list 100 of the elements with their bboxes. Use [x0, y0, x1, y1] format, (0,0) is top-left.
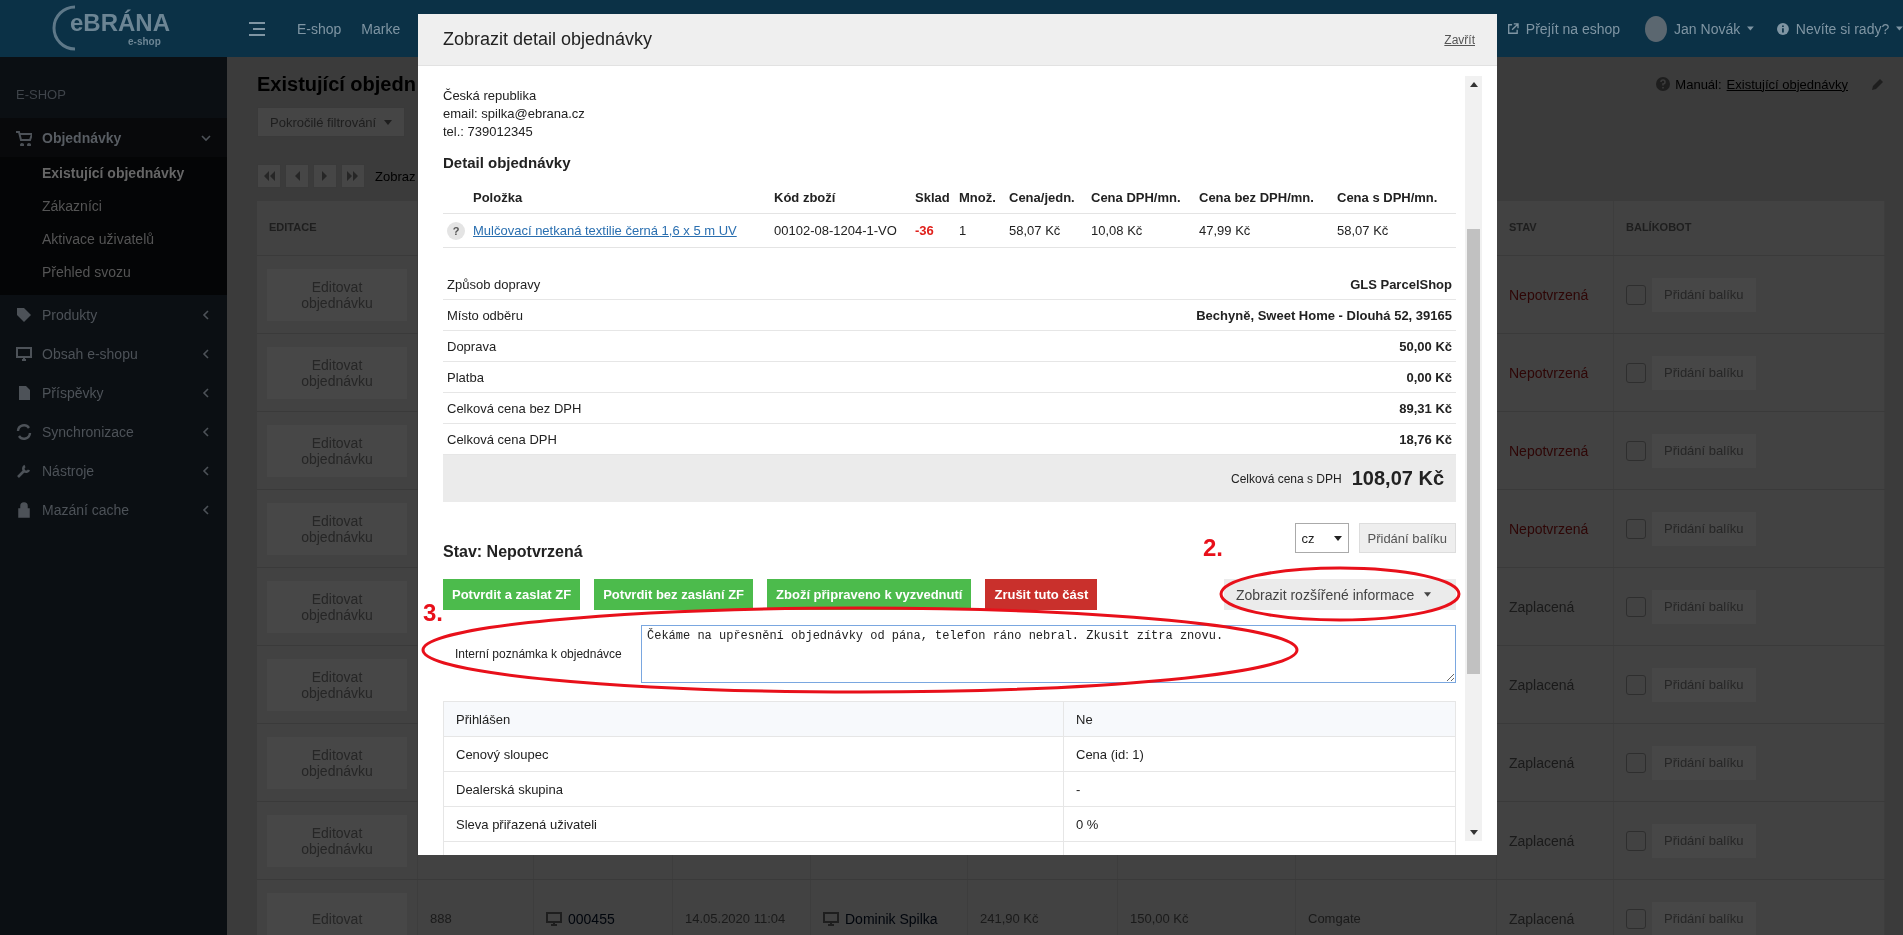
sync-icon	[16, 423, 32, 440]
chevron-icon	[201, 309, 211, 320]
summary-value: 89,31 Kč	[1399, 400, 1452, 416]
scrollbar-thumb[interactable]	[1467, 229, 1480, 674]
summary-value: GLS ParcelShop	[1350, 276, 1452, 292]
manual-link[interactable]: Existující objednávky	[1726, 76, 1848, 92]
last-page-button[interactable]	[341, 164, 365, 188]
sidebar-item[interactable]: Synchronizace	[0, 412, 227, 451]
page-title: Existující objedn	[257, 72, 416, 96]
sidebar-subitem[interactable]: Zákazníci	[0, 190, 227, 223]
lock-icon	[16, 501, 32, 518]
sidebar-item[interactable]: Příspěvky	[0, 373, 227, 412]
summary-value: 50,00 Kč	[1399, 338, 1452, 354]
table-cell-text: Cena (id: 1)	[1075, 745, 1145, 764]
language-select[interactable]: cz	[1294, 523, 1349, 553]
table-cell-text: Ne	[1075, 710, 1094, 729]
go-to-eshop-link[interactable]: Přejít na eshop	[1523, 20, 1623, 37]
order-status: Nepotvrzená	[1509, 364, 1589, 381]
chevron-icon	[201, 387, 211, 398]
sidebar-item[interactable]: Produkty	[0, 295, 227, 334]
chevron-icon	[201, 132, 211, 143]
table-cell: Sleva přiřazená uživateli	[444, 807, 1064, 841]
cart-icon	[16, 129, 32, 146]
summary-value: 0,00 Kč	[1406, 369, 1452, 385]
left-icon	[294, 171, 300, 181]
chevron-icon	[201, 348, 211, 359]
table-cell-text: 00102-08-1204-1-VO	[774, 223, 898, 238]
order-number-link[interactable]: 000455	[568, 910, 615, 927]
pencil-icon[interactable]	[1871, 77, 1885, 91]
table-cell-text: 10,08 Kč	[1091, 223, 1144, 238]
menu-icon[interactable]	[249, 21, 265, 36]
sidebar-item[interactable]: Objednávky	[0, 118, 227, 157]
caret-icon	[384, 119, 393, 125]
table-cell: Přihlášen	[444, 702, 1064, 736]
tag-icon	[16, 306, 32, 323]
sidebar-subitem[interactable]: Přehled svozu	[0, 256, 227, 289]
nav-link[interactable]: Marke	[351, 20, 411, 37]
annotation-number: 3.	[423, 599, 443, 627]
previous-page-button[interactable]	[285, 164, 309, 188]
monitor-icon	[16, 345, 32, 362]
user-menu[interactable]: Jan Novák	[1672, 20, 1743, 37]
sidebar-item[interactable]: Mazání cache	[0, 490, 227, 529]
document-icon	[16, 384, 32, 401]
help-icon	[1656, 77, 1671, 91]
scrollbar[interactable]	[1465, 76, 1482, 841]
summary-label: Celková cena DPH	[447, 431, 557, 447]
column-header: Cena s DPH/mn.	[1337, 189, 1439, 205]
action-button[interactable]: Potvrdit a zaslat ZF	[443, 579, 581, 610]
order-status: Nepotvrzená	[1509, 286, 1589, 303]
table-cell: Cenový sloupec	[444, 737, 1064, 771]
logo-text[interactable]: eBRÁNA	[70, 9, 170, 37]
column-header: Kód zboží	[774, 189, 837, 205]
first-page-button[interactable]	[257, 164, 281, 188]
sidebar-item[interactable]: Obsah e-shopu	[0, 334, 227, 373]
scroll-down-icon[interactable]	[1469, 830, 1478, 835]
info-icon	[1777, 21, 1789, 36]
column-header: Cena DPH/mn.	[1091, 189, 1182, 205]
table-cell-text: 47,99 Kč	[1199, 223, 1252, 238]
customer-link[interactable]: Dominik Spilka	[845, 910, 938, 927]
dialog-title: Zobrazit detail objednávky	[443, 29, 653, 50]
address-line: tel.: 739012345	[443, 123, 534, 141]
column-header: Sklad	[915, 189, 951, 205]
help-badge[interactable]: ?	[447, 221, 465, 240]
help-menu[interactable]: Nevíte si rady?	[1793, 20, 1892, 37]
show-more-info-button[interactable]: Zobrazit rozšířené informace	[1224, 579, 1456, 610]
table-cell-text: 58,07 Kč	[1337, 223, 1390, 238]
caret-icon	[1333, 535, 1342, 541]
stock-cell-text: -36	[915, 223, 935, 238]
caret-icon	[1896, 26, 1903, 31]
product-link[interactable]: Mulčovací netkaná textilie černá 1,6 x 5 m UV	[473, 223, 774, 238]
summary-value: Bechyně, Sweet Home - Dlouhá 52, 39165	[1196, 307, 1452, 323]
add-package-button[interactable]: Přidání balíku	[1358, 523, 1456, 553]
manual-label: Manuál:	[1675, 76, 1722, 92]
note-field[interactable]: Čekáme na upřesnění objednávky od pána, telefon ráno nebral. Zkusit zítra znovu.	[641, 625, 1456, 683]
sidebar-subitem[interactable]: Existující objednávky	[0, 157, 227, 190]
chevron-icon	[201, 465, 211, 476]
caret-icon	[1424, 592, 1432, 597]
next-page-button[interactable]	[313, 164, 337, 188]
column-header: Položka	[473, 189, 524, 205]
logo-subtext: e-shop	[128, 36, 161, 47]
action-button[interactable]: Zrušit tuto část	[985, 579, 1098, 610]
address-line: Česká republika	[443, 87, 538, 105]
table-cell: Dealerská skupina	[444, 772, 1064, 806]
double-left-icon	[263, 171, 275, 181]
nav-link[interactable]: E-shop	[287, 20, 352, 37]
scroll-up-icon[interactable]	[1469, 82, 1478, 87]
note-label: Interní poznámka k objednávce	[454, 647, 623, 661]
sidebar-subitem[interactable]: Aktivace uživatelů	[0, 223, 227, 256]
wrench-icon	[16, 462, 32, 479]
close-link[interactable]: Zavřít	[1444, 32, 1475, 47]
column-header: Cena bez DPH/mn.	[1199, 189, 1315, 205]
sidebar-item[interactable]: Nástroje	[0, 451, 227, 490]
table-cell-text: 58,07 Kč	[1009, 223, 1062, 238]
summary-label: Platba	[447, 369, 484, 385]
total-label: Celková cena s DPH	[1231, 471, 1342, 486]
double-right-icon	[347, 171, 359, 181]
chevron-icon	[201, 504, 211, 515]
action-button[interactable]: Potvrdit bez zaslání ZF	[594, 579, 754, 610]
table-cell-text: 0 %	[1075, 815, 1100, 834]
address-line: email: spilka@ebrana.cz	[443, 105, 586, 123]
